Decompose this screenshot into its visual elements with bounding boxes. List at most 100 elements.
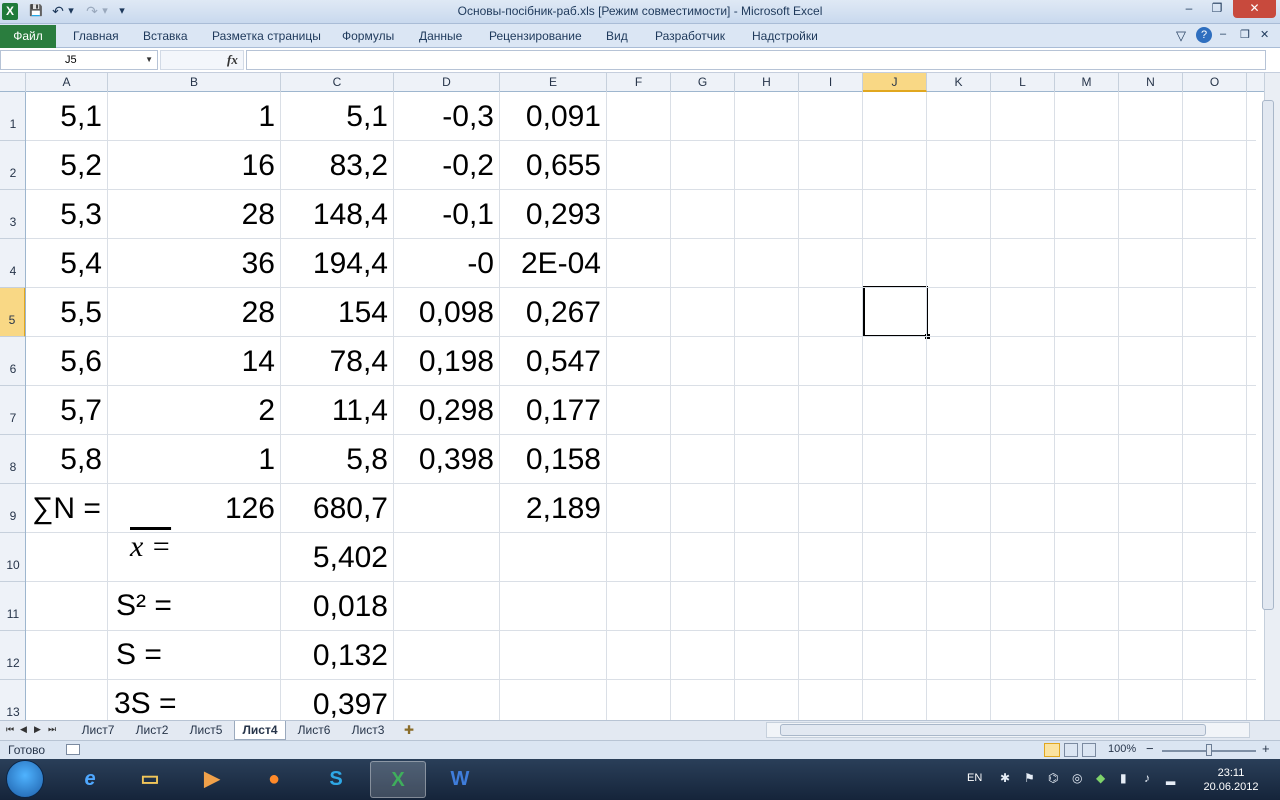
tray-network-adapter-icon[interactable]: ⌬	[1048, 771, 1058, 785]
cell-a4[interactable]: 5,4	[26, 239, 108, 288]
tab-formulas[interactable]: Формулы	[342, 29, 394, 43]
close-button[interactable]: ✕	[1233, 0, 1276, 18]
cell-d8[interactable]: 0,398	[394, 435, 500, 484]
vertical-scroll-thumb[interactable]	[1262, 100, 1274, 610]
cell-b6[interactable]: 14	[108, 337, 281, 386]
prev-sheet-icon[interactable]: ◀	[20, 724, 27, 735]
firefox-icon[interactable]: ●	[246, 761, 302, 798]
row-header-8[interactable]: 8	[0, 435, 25, 484]
cell-c4[interactable]: 194,4	[281, 239, 394, 288]
cell-e3[interactable]: 0,293	[500, 190, 607, 239]
tray-signal-icon[interactable]: ▂	[1166, 771, 1175, 785]
page-layout-view-icon[interactable]	[1064, 743, 1078, 757]
cell-c7[interactable]: 11,4	[281, 386, 394, 435]
excel-taskbar-icon[interactable]: X	[370, 761, 426, 798]
system-clock[interactable]: 23:11 20.06.2012	[1196, 766, 1266, 794]
word-taskbar-icon[interactable]: W	[432, 761, 488, 798]
row-header-12[interactable]: 12	[0, 631, 25, 680]
column-header-n[interactable]: N	[1119, 73, 1183, 92]
column-header-e[interactable]: E	[500, 73, 607, 92]
tab-insert[interactable]: Вставка	[143, 29, 188, 43]
doc-restore-icon[interactable]: ❐	[1240, 28, 1250, 41]
cell-d5[interactable]: 0,098	[394, 288, 500, 337]
column-header-f[interactable]: F	[607, 73, 671, 92]
tray-power-icon[interactable]: ▮	[1120, 771, 1127, 785]
cell-a2[interactable]: 5,2	[26, 141, 108, 190]
cell-e8[interactable]: 0,158	[500, 435, 607, 484]
internet-explorer-icon[interactable]: e	[62, 761, 118, 798]
select-all-corner[interactable]	[0, 73, 26, 92]
normal-view-icon[interactable]	[1044, 743, 1060, 757]
cell-e5[interactable]: 0,267	[500, 288, 607, 337]
cell-b3[interactable]: 28	[108, 190, 281, 239]
row-header-6[interactable]: 6	[0, 337, 25, 386]
cell-c11[interactable]: 0,018	[281, 582, 394, 631]
cell-e1[interactable]: 0,091	[500, 92, 607, 141]
tab-developer[interactable]: Разработчик	[655, 29, 725, 43]
cell-e2[interactable]: 0,655	[500, 141, 607, 190]
help-icon[interactable]: ?	[1196, 27, 1212, 43]
column-header-h[interactable]: H	[735, 73, 799, 92]
cell-e7[interactable]: 0,177	[500, 386, 607, 435]
cell-c10[interactable]: 5,402	[281, 533, 394, 582]
doc-minimize-icon[interactable]: –	[1220, 28, 1226, 40]
column-header-k[interactable]: K	[927, 73, 991, 92]
tray-volume-icon[interactable]: ♪	[1144, 771, 1150, 785]
cell-b1[interactable]: 1	[108, 92, 281, 141]
page-break-view-icon[interactable]	[1082, 743, 1096, 757]
cell-c1[interactable]: 5,1	[281, 92, 394, 141]
row-header-7[interactable]: 7	[0, 386, 25, 435]
cell-b2[interactable]: 16	[108, 141, 281, 190]
doc-close-icon[interactable]: ✕	[1260, 28, 1269, 41]
cell-c5[interactable]: 154	[281, 288, 394, 337]
row-header-5[interactable]: 5	[0, 288, 25, 337]
cell-d1[interactable]: -0,3	[394, 92, 500, 141]
cell-b8[interactable]: 1	[108, 435, 281, 484]
tab-review[interactable]: Рецензирование	[489, 29, 582, 43]
sheet-tab-list2[interactable]: Лист2	[126, 721, 178, 740]
macro-record-icon[interactable]	[66, 744, 80, 755]
sheet-tab-list4[interactable]: Лист4	[234, 721, 286, 740]
column-header-b[interactable]: B	[108, 73, 281, 92]
cell-d4[interactable]: -0	[394, 239, 500, 288]
row-header-9[interactable]: 9	[0, 484, 25, 533]
worksheet-grid[interactable]: ∑N = x = S² = S = 3S = 5,1 5,2 5,3 5,4 5,5 5,…	[26, 92, 1256, 720]
skype-icon[interactable]: S	[308, 761, 364, 798]
tab-view[interactable]: Вид	[606, 29, 628, 43]
tray-flag-icon[interactable]: ⚑	[1024, 771, 1035, 785]
column-header-i[interactable]: I	[799, 73, 863, 92]
cell-b4[interactable]: 36	[108, 239, 281, 288]
row-header-1[interactable]: 1	[0, 92, 25, 141]
minimize-ribbon-icon[interactable]: ▽	[1176, 28, 1186, 44]
tab-home[interactable]: Главная	[73, 29, 119, 43]
zoom-out-icon[interactable]: −	[1146, 741, 1154, 756]
cell-c3[interactable]: 148,4	[281, 190, 394, 239]
cell-d7[interactable]: 0,298	[394, 386, 500, 435]
selected-cell[interactable]	[863, 286, 928, 337]
row-header-2[interactable]: 2	[0, 141, 25, 190]
cell-a5[interactable]: 5,5	[26, 288, 108, 337]
row-header-10[interactable]: 10	[0, 533, 25, 582]
tab-data[interactable]: Данные	[419, 29, 462, 43]
cell-e4[interactable]: 2E-04	[500, 239, 607, 288]
maximize-button[interactable]: ❐	[1204, 0, 1230, 18]
column-header-a[interactable]: A	[26, 73, 108, 92]
cell-a7[interactable]: 5,7	[26, 386, 108, 435]
column-header-m[interactable]: M	[1055, 73, 1119, 92]
cell-c6[interactable]: 78,4	[281, 337, 394, 386]
column-header-c[interactable]: C	[281, 73, 394, 92]
column-header-g[interactable]: G	[671, 73, 735, 92]
name-box-dropdown-icon[interactable]: ▼	[145, 51, 153, 69]
zoom-slider-thumb[interactable]	[1206, 744, 1212, 756]
file-tab[interactable]: Файл	[0, 25, 56, 48]
cell-c8[interactable]: 5,8	[281, 435, 394, 484]
sheet-tab-list7[interactable]: Лист7	[72, 721, 124, 740]
zoom-in-icon[interactable]: +	[1262, 741, 1270, 756]
row-header-4[interactable]: 4	[0, 239, 25, 288]
row-header-3[interactable]: 3	[0, 190, 25, 239]
insert-function-icon[interactable]: fx	[227, 52, 238, 68]
cell-d3[interactable]: -0,1	[394, 190, 500, 239]
column-header-j[interactable]: J	[863, 73, 927, 92]
cell-a3[interactable]: 5,3	[26, 190, 108, 239]
cell-c9[interactable]: 680,7	[281, 484, 394, 533]
